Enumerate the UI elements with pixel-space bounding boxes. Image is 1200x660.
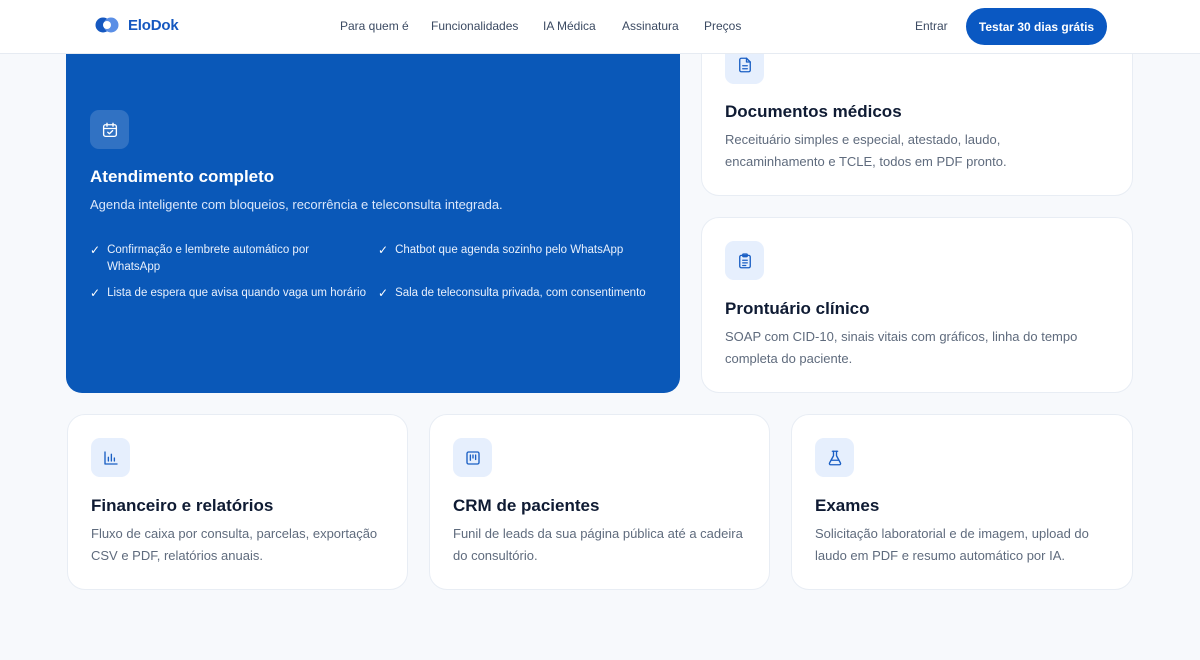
nav-item-funcionalidades[interactable]: Funcionalidades [431,19,518,33]
check-icon: ✓ [378,243,389,257]
nav-item-ia-medica[interactable]: IA Médica [543,19,596,33]
nav-item-para-quem[interactable]: Para quem é [340,19,409,33]
card-title: Exames [815,496,880,515]
site-header: EloDok Para quem é Funcionalidades IA Mé… [0,0,1200,54]
checklist-item-text: Sala de teleconsulta privada, com consen… [395,287,646,299]
check-icon: ✓ [90,243,101,257]
card-title: Financeiro e relatórios [91,496,274,515]
nav-item-precos[interactable]: Preços [704,19,741,33]
card-title: Documentos médicos [725,102,902,121]
clipboard-icon [725,241,764,280]
check-icon: ✓ [378,286,389,300]
card-title: Prontuário clínico [725,299,870,318]
card-financeiro: Financeiro e relatórios Fluxo de caixa p… [67,414,408,590]
checklist-item: ✓ Chatbot que agenda sozinho pelo WhatsA… [378,242,668,259]
checklist-item-text: Confirmação e lembrete automático por Wh… [107,244,310,273]
flask-icon [815,438,854,477]
checklist-item-text: Chatbot que agenda sozinho pelo WhatsApp [395,244,624,256]
card-description: SOAP com CID-10, sinais vitais com gráfi… [725,329,1078,366]
check-icon: ✓ [90,286,101,300]
card-description: Receituário simples e especial, atestado… [725,132,1007,169]
brand-logo[interactable]: EloDok [95,15,179,35]
feature-description: Agenda inteligente com bloqueios, recorr… [90,197,503,212]
bar-chart-icon [91,438,130,477]
nav-item-assinatura[interactable]: Assinatura [622,19,679,33]
checklist-item: ✓ Sala de teleconsulta privada, com cons… [378,285,668,302]
card-crm: CRM de pacientes Funil de leads da sua p… [429,414,770,590]
card-description: Fluxo de caixa por consulta, parcelas, e… [91,526,378,563]
checklist-item: ✓ Confirmação e lembrete automático por … [90,242,340,276]
login-link[interactable]: Entrar [915,19,948,33]
kanban-icon [453,438,492,477]
card-description: Funil de leads da sua página pública até… [453,526,743,563]
card-exames: Exames Solicitação laboratorial e de ima… [791,414,1133,590]
logo-icon [95,17,119,33]
card-title: CRM de pacientes [453,496,600,515]
feature-title: Atendimento completo [90,167,275,186]
checklist-item: ✓ Lista de espera que avisa quando vaga … [90,285,378,302]
calendar-check-icon [90,110,129,149]
trial-cta-button[interactable]: Testar 30 dias grátis [966,8,1107,45]
brand-name: EloDok [128,16,179,34]
feature-card-atendimento: Atendimento completo Agenda inteligente … [66,20,680,393]
checklist-item-text: Lista de espera que avisa quando vaga um… [107,287,366,299]
card-prontuario-clinico: Prontuário clínico SOAP com CID-10, sina… [701,217,1133,393]
card-description: Solicitação laboratorial e de imagem, up… [815,526,1089,563]
